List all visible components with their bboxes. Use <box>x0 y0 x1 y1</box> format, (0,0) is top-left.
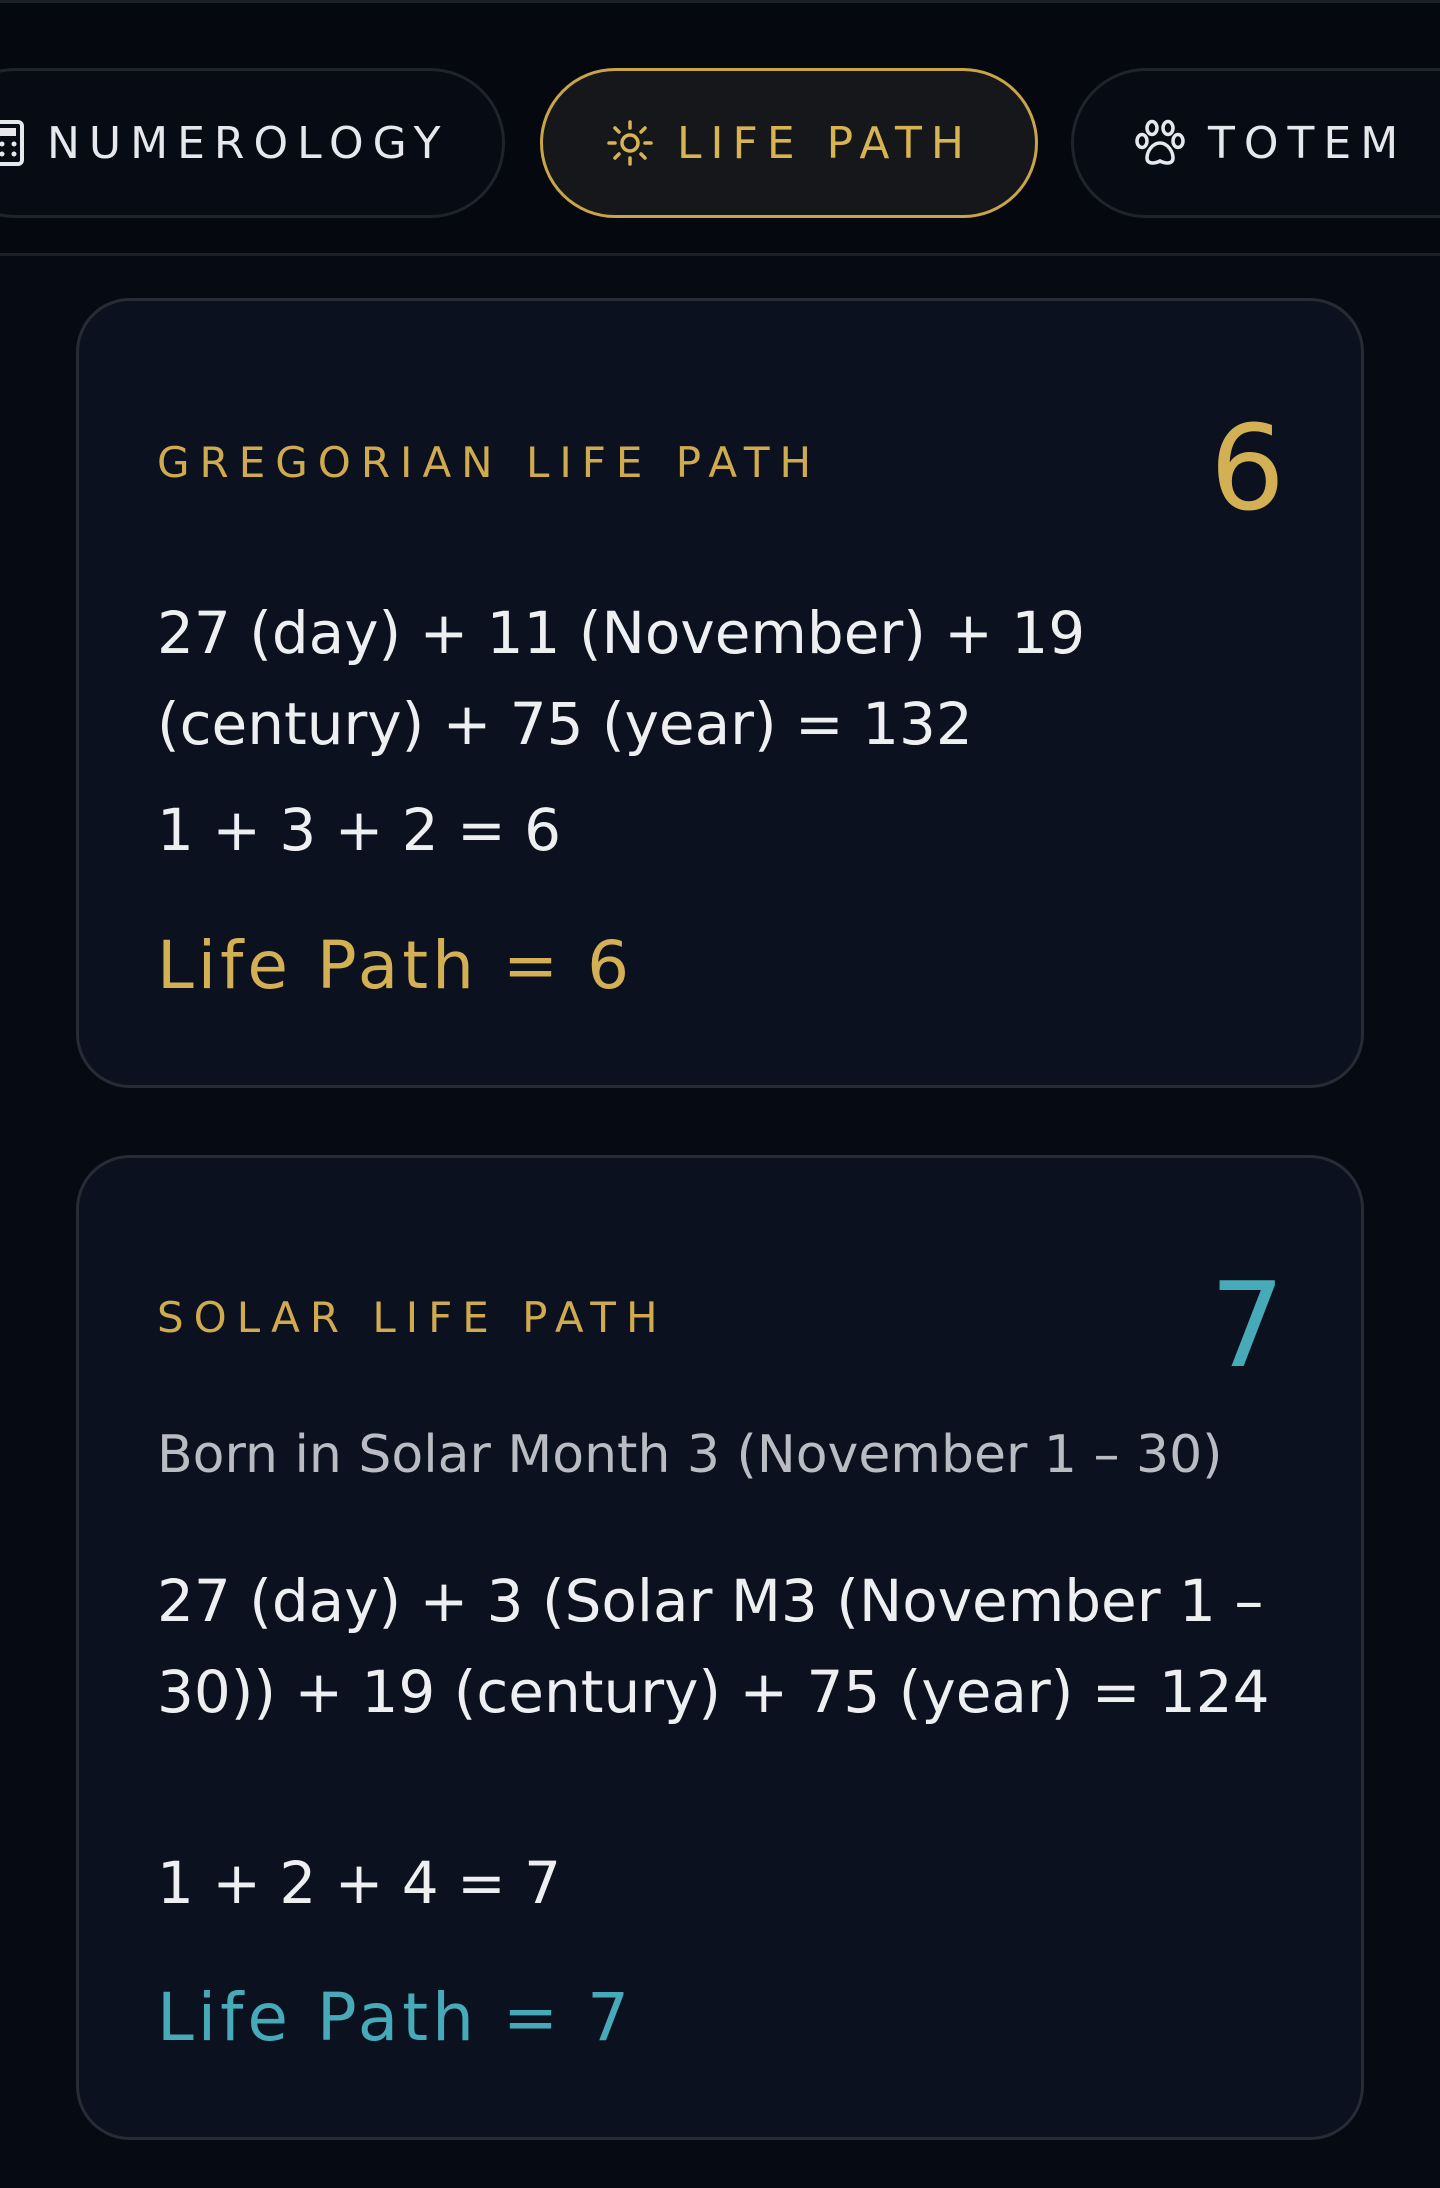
calculation-equation: 27 (day) + 3 (Solar M3 (November 1 – 30)… <box>157 1567 1270 1726</box>
life-path-result: Life Path = 7 <box>157 1979 634 2056</box>
digit-reduction: 1 + 2 + 4 = 7 <box>157 1849 562 1917</box>
digit-reduction: 1 + 3 + 2 = 6 <box>157 796 562 864</box>
tab-life-path[interactable]: LIFE PATH <box>540 68 1038 218</box>
sun-icon <box>605 118 655 168</box>
life-path-result: Life Path = 6 <box>157 927 634 1004</box>
tab-bar: NUMEROLOGY LIFE PATH TOTEM <box>0 0 1440 256</box>
tab-numerology-label: NUMEROLOGY <box>47 117 450 169</box>
tab-totem-label: TOTEM <box>1208 117 1408 169</box>
tab-life-path-label: LIFE PATH <box>677 117 973 169</box>
card-label: GREGORIAN LIFE PATH <box>157 438 822 487</box>
gregorian-life-path-card: GREGORIAN LIFE PATH 6 27 (day) + 11 (Nov… <box>76 298 1364 1088</box>
life-path-number: 6 <box>1209 399 1285 537</box>
tab-numerology[interactable]: NUMEROLOGY <box>0 68 505 218</box>
paw-icon <box>1134 119 1186 167</box>
card-label: SOLAR LIFE PATH <box>157 1293 668 1342</box>
life-path-number: 7 <box>1209 1256 1285 1394</box>
solar-life-path-card: SOLAR LIFE PATH 7 Born in Solar Month 3 … <box>76 1155 1364 2140</box>
tab-totem[interactable]: TOTEM <box>1071 68 1440 218</box>
solar-month-note: Born in Solar Month 3 (November 1 – 30) <box>157 1425 1223 1485</box>
calculator-icon <box>0 119 25 167</box>
calculation-equation: 27 (day) + 11 (November) + 19 (century) … <box>157 599 1086 758</box>
